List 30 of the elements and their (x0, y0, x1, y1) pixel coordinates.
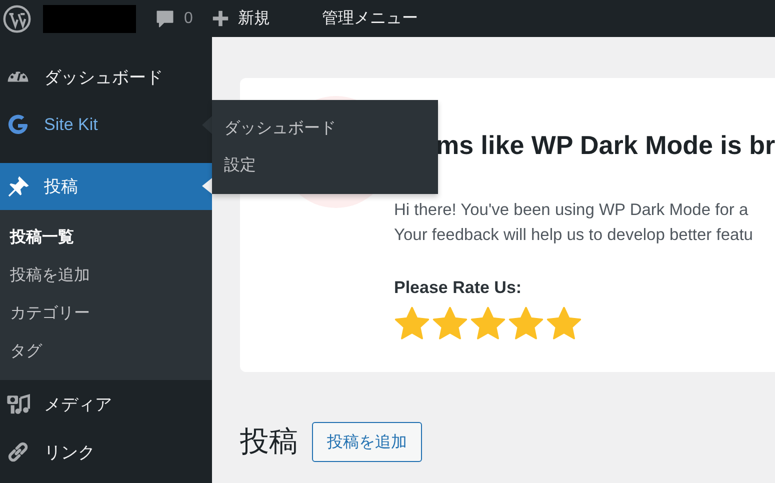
media-icon (6, 392, 30, 416)
admin-menu-button[interactable]: 管理メニュー (316, 0, 424, 37)
comments-button[interactable]: 0 (148, 0, 199, 37)
star-icon[interactable] (546, 306, 582, 342)
star-icon[interactable] (508, 306, 544, 342)
star-icon[interactable] (432, 306, 468, 342)
menu-item[interactable]: ダッシュボード (0, 53, 212, 101)
add-post-button[interactable]: 投稿を追加 (312, 422, 422, 462)
notice-title: ms like WP Dark Mode is br (436, 129, 775, 162)
submenu-item[interactable]: カテゴリー (0, 294, 212, 332)
star-icon[interactable] (470, 306, 506, 342)
menu-item[interactable]: リンク (0, 428, 212, 476)
plus-icon (210, 9, 230, 28)
new-content-button[interactable]: 新規 (204, 0, 276, 37)
menu-item[interactable]: 投稿 (0, 163, 212, 210)
submenu-item[interactable]: タグ (0, 332, 212, 370)
notice-text: Hi there! You've been using WP Dark Mode for a (394, 200, 748, 221)
menu-item[interactable]: Site Kit (0, 101, 212, 149)
pin-icon (6, 174, 30, 198)
comment-count: 0 (184, 10, 193, 28)
star-icon[interactable] (394, 306, 430, 342)
submenu-item[interactable]: 投稿を追加 (0, 256, 212, 294)
wordpress-logo-icon (3, 4, 31, 32)
link-icon (6, 440, 30, 464)
rating-label: Please Rate Us: (394, 278, 522, 298)
submenu-item[interactable]: 投稿一覧 (0, 218, 212, 256)
menu-item[interactable]: メディア (0, 380, 212, 428)
notice-text: Your feedback will help us to develop better featu (394, 225, 753, 246)
g-logo-icon (6, 113, 30, 137)
page-title: 投稿 (240, 425, 298, 460)
